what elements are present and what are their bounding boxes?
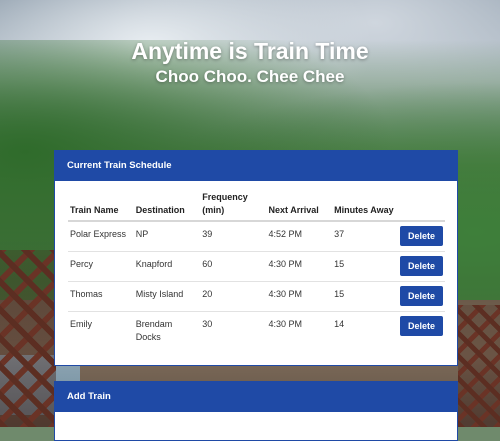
frequency-cell: 30 (200, 311, 267, 349)
frequency-cell: 60 (200, 251, 267, 282)
table-row: Polar Express NP 39 4:52 PM 37 Delete (68, 221, 445, 252)
add-train-card: Add Train (54, 381, 458, 441)
hero: Anytime is Train Time Choo Choo. Chee Ch… (0, 36, 500, 88)
page-subtitle: Choo Choo. Chee Chee (155, 67, 345, 86)
background-bridge-right (458, 305, 500, 427)
delete-button[interactable]: Delete (400, 226, 443, 246)
next-arrival-cell: 4:30 PM (266, 251, 333, 282)
destination-cell: Knapford (133, 251, 201, 282)
minutes-away-cell: 14 (332, 311, 398, 349)
next-arrival-cell: 4:52 PM (268, 229, 303, 239)
next-arrival-cell: 4:30 PM (266, 281, 333, 312)
schedule-card-header: Current Train Schedule (55, 151, 457, 181)
page-title: Anytime is Train Time (131, 38, 369, 64)
frequency-cell: 39 (202, 229, 213, 239)
column-header-minutes-away: Minutes Away (332, 191, 398, 222)
table-header-row: Train Name Destination Frequency (min) N… (68, 191, 445, 222)
schedule-table: Train Name Destination Frequency (min) N… (68, 191, 445, 349)
action-cell: Delete (398, 311, 445, 349)
action-cell: Delete (398, 251, 445, 282)
train-name-cell: Percy (68, 251, 134, 282)
action-cell: Delete (398, 281, 445, 312)
delete-button[interactable]: Delete (400, 316, 443, 336)
table-row: Percy Knapford 60 4:30 PM 15 Delete (68, 251, 445, 282)
column-header-train-name: Train Name (68, 191, 134, 222)
delete-button[interactable]: Delete (400, 286, 443, 306)
minutes-away-cell: 15 (332, 251, 398, 282)
table-row: Thomas Misty Island 20 4:30 PM 15 Delete (68, 281, 445, 312)
minutes-away-cell: 37 (334, 229, 345, 239)
destination-cell: NP (135, 229, 149, 239)
train-name-cell: Thomas (68, 281, 134, 312)
background-bridge-left (0, 250, 56, 427)
add-train-card-header: Add Train (55, 382, 457, 412)
train-name-cell: Polar Express (70, 229, 127, 239)
train-name-cell: Emily (68, 311, 134, 349)
schedule-card: Current Train Schedule Train Name Destin… (54, 150, 458, 366)
action-cell: Delete (398, 221, 445, 252)
table-row: Emily Brendam Docks 30 4:30 PM 14 Delete (68, 311, 445, 349)
frequency-cell: 20 (200, 281, 267, 312)
delete-button[interactable]: Delete (400, 256, 443, 276)
column-header-destination: Destination (133, 191, 201, 222)
next-arrival-cell: 4:30 PM (266, 311, 333, 349)
column-header-action (398, 191, 445, 222)
column-header-next-arrival: Next Arrival (266, 191, 333, 222)
destination-cell: Brendam Docks (133, 311, 201, 349)
destination-cell: Misty Island (133, 281, 201, 312)
column-header-frequency: Frequency (min) (200, 191, 267, 222)
minutes-away-cell: 15 (332, 281, 398, 312)
